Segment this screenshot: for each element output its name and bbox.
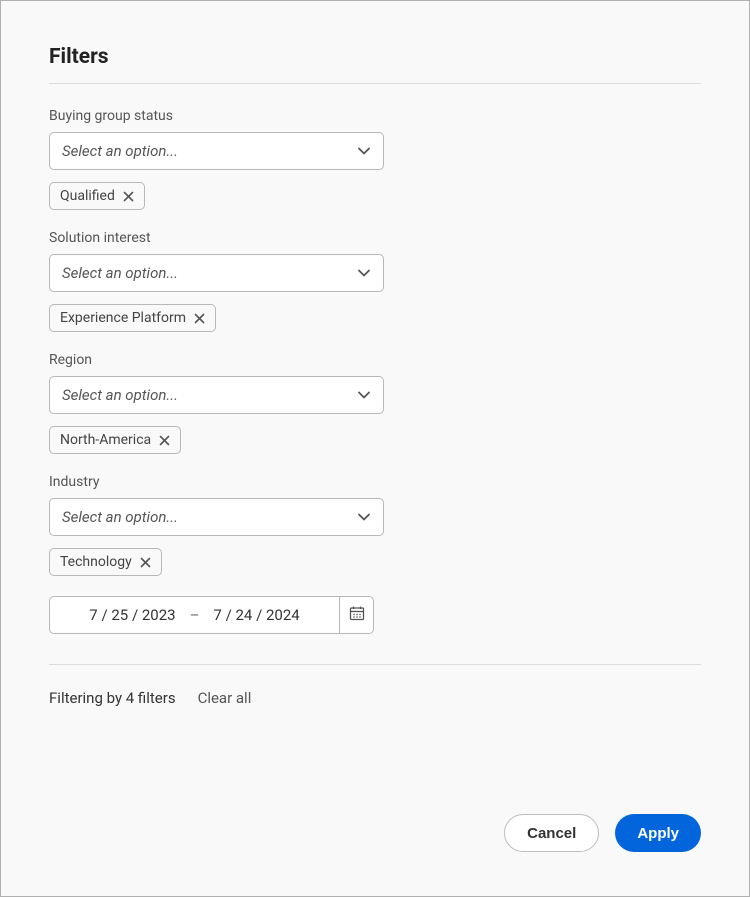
tag-list: Experience Platform: [49, 304, 701, 332]
divider-bottom: [49, 664, 701, 665]
close-icon[interactable]: [159, 435, 170, 446]
buying-group-status-select[interactable]: Select an option...: [49, 132, 384, 170]
tag-north-america: North-America: [49, 426, 181, 454]
field-label: Buying group status: [49, 108, 701, 124]
filter-summary: Filtering by 4 filters: [49, 689, 176, 707]
page-title: Filters: [49, 45, 701, 69]
close-icon[interactable]: [123, 191, 134, 202]
field-solution-interest: Solution interest Select an option... Ex…: [49, 230, 701, 332]
tag-label: Technology: [60, 554, 132, 570]
tag-list: Qualified: [49, 182, 701, 210]
select-placeholder: Select an option...: [62, 142, 178, 160]
tag-list: North-America: [49, 426, 701, 454]
divider-top: [49, 83, 701, 84]
solution-interest-select[interactable]: Select an option...: [49, 254, 384, 292]
tag-label: Qualified: [60, 188, 115, 204]
date-range-input[interactable]: 7 / 25 / 2023 – 7 / 24 / 2024: [49, 596, 340, 634]
date-range-row: 7 / 25 / 2023 – 7 / 24 / 2024: [49, 596, 374, 634]
field-buying-group-status: Buying group status Select an option... …: [49, 108, 701, 210]
region-select[interactable]: Select an option...: [49, 376, 384, 414]
calendar-icon: [349, 605, 365, 625]
chevron-down-icon: [357, 144, 371, 158]
chevron-down-icon: [357, 510, 371, 524]
industry-select[interactable]: Select an option...: [49, 498, 384, 536]
cancel-button[interactable]: Cancel: [504, 814, 599, 852]
clear-all-link[interactable]: Clear all: [198, 689, 252, 707]
date-end: 7 / 24 / 2024: [213, 606, 299, 624]
chevron-down-icon: [357, 388, 371, 402]
close-icon[interactable]: [140, 557, 151, 568]
select-placeholder: Select an option...: [62, 508, 178, 526]
select-placeholder: Select an option...: [62, 264, 178, 282]
field-label: Solution interest: [49, 230, 701, 246]
footer-row: Filtering by 4 filters Clear all: [49, 689, 701, 707]
apply-button[interactable]: Apply: [615, 814, 701, 852]
filters-panel: Filters Buying group status Select an op…: [0, 0, 750, 897]
tag-experience-platform: Experience Platform: [49, 304, 216, 332]
calendar-button[interactable]: [340, 596, 374, 634]
tag-technology: Technology: [49, 548, 162, 576]
field-label: Industry: [49, 474, 701, 490]
tag-list: Technology: [49, 548, 701, 576]
tag-label: North-America: [60, 432, 151, 448]
button-row: Cancel Apply: [504, 814, 701, 852]
chevron-down-icon: [357, 266, 371, 280]
select-placeholder: Select an option...: [62, 386, 178, 404]
tag-qualified: Qualified: [49, 182, 145, 210]
date-separator: –: [190, 606, 200, 624]
field-industry: Industry Select an option... Technology: [49, 474, 701, 576]
close-icon[interactable]: [194, 313, 205, 324]
field-region: Region Select an option... North-America: [49, 352, 701, 454]
tag-label: Experience Platform: [60, 310, 186, 326]
date-start: 7 / 25 / 2023: [89, 606, 175, 624]
field-label: Region: [49, 352, 701, 368]
